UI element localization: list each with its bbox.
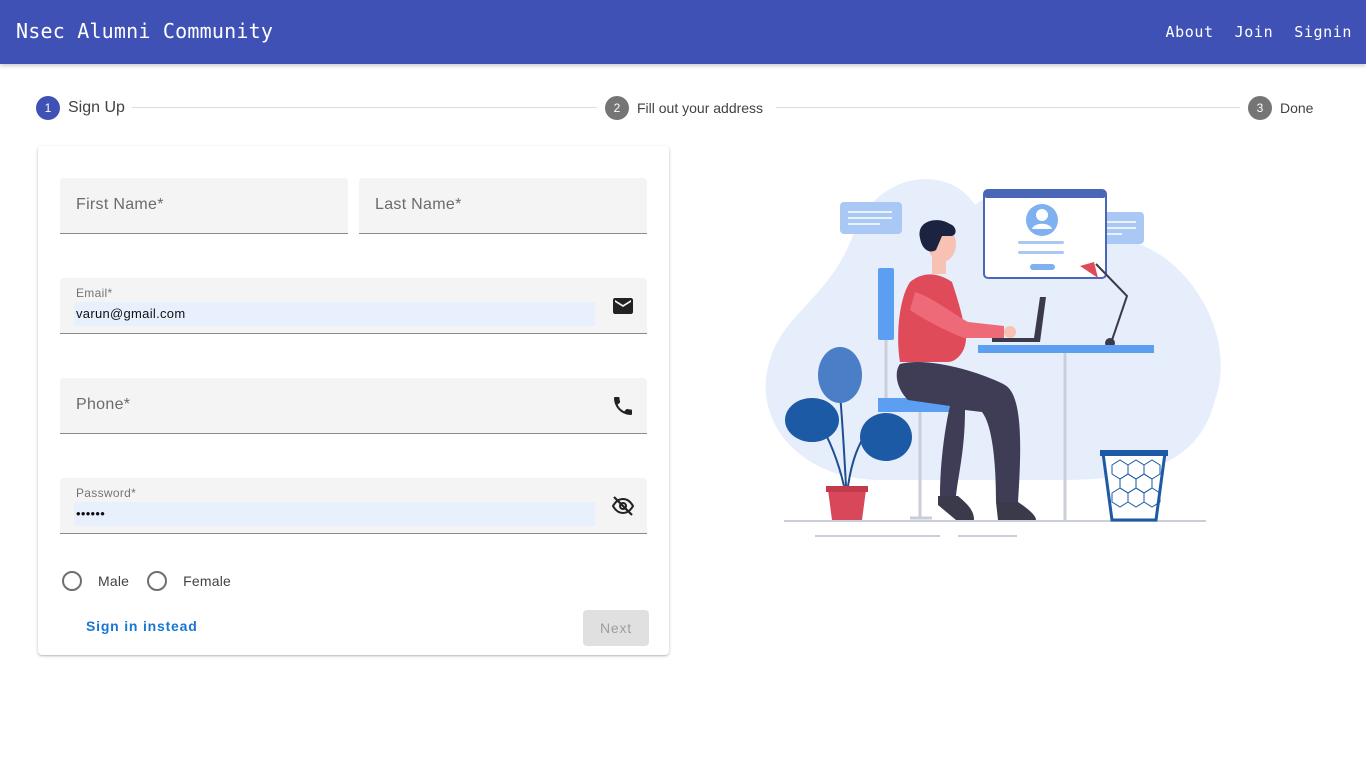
phone-icon	[614, 397, 632, 415]
stepper-connector	[132, 107, 597, 108]
gender-radio-group: Male Female	[62, 571, 249, 591]
step-1-label: Sign Up	[68, 99, 125, 116]
password-label: Password*	[76, 486, 137, 500]
step-3-number: 3	[1248, 96, 1272, 120]
next-button[interactable]: Next	[583, 610, 649, 646]
stepper-connector	[776, 107, 1240, 108]
last-name-placeholder: Last Name*	[375, 196, 462, 213]
female-radio[interactable]	[147, 571, 168, 591]
shoe	[996, 502, 1036, 520]
nav-signin-link[interactable]: Signin	[1294, 23, 1352, 41]
nav-about-link[interactable]: About	[1166, 23, 1214, 41]
desk	[978, 345, 1154, 353]
first-name-placeholder: First Name*	[76, 196, 164, 213]
chair-back	[878, 268, 894, 340]
first-name-field[interactable]: First Name*	[60, 178, 348, 234]
nav-join-link[interactable]: Join	[1235, 23, 1274, 41]
app-bar: Nsec Alumni Community About Join Signin	[0, 0, 1366, 64]
email-value[interactable]: varun@gmail.com	[74, 302, 595, 326]
step-2-label: Fill out your address	[637, 100, 764, 116]
email-field[interactable]: Email* varun@gmail.com	[60, 278, 647, 334]
email-label: Email*	[76, 286, 113, 300]
step-1-number: 1	[36, 96, 60, 120]
mail-icon	[613, 298, 633, 314]
step-3-label: Done	[1280, 100, 1314, 116]
app-title: Nsec Alumni Community	[16, 19, 274, 43]
male-label[interactable]: Male	[98, 573, 129, 589]
step-2-number: 2	[605, 96, 629, 120]
signup-illustration	[765, 179, 1221, 537]
phone-placeholder: Phone*	[76, 396, 131, 413]
trash-bin	[1101, 451, 1167, 522]
password-value[interactable]: ••••••	[74, 502, 595, 526]
plant-leaf	[860, 413, 912, 461]
plant-leaf	[818, 347, 862, 403]
step-sign-up: 1 Sign Up	[36, 95, 125, 121]
shoe	[938, 496, 974, 520]
phone-field[interactable]: Phone*	[60, 378, 647, 434]
visibility-off-icon[interactable]	[611, 494, 635, 518]
last-name-field[interactable]: Last Name*	[359, 178, 647, 234]
sign-in-instead-button[interactable]: Sign in instead	[86, 618, 198, 634]
password-field[interactable]: Password* ••••••	[60, 478, 647, 534]
plant-pot	[828, 490, 866, 520]
step-address: 2 Fill out your address	[605, 95, 763, 121]
plant-leaf	[785, 398, 839, 442]
top-nav: About Join Signin	[1145, 0, 1352, 64]
step-done: 3 Done	[1248, 95, 1313, 121]
female-label[interactable]: Female	[183, 573, 231, 589]
male-radio[interactable]	[62, 571, 82, 591]
